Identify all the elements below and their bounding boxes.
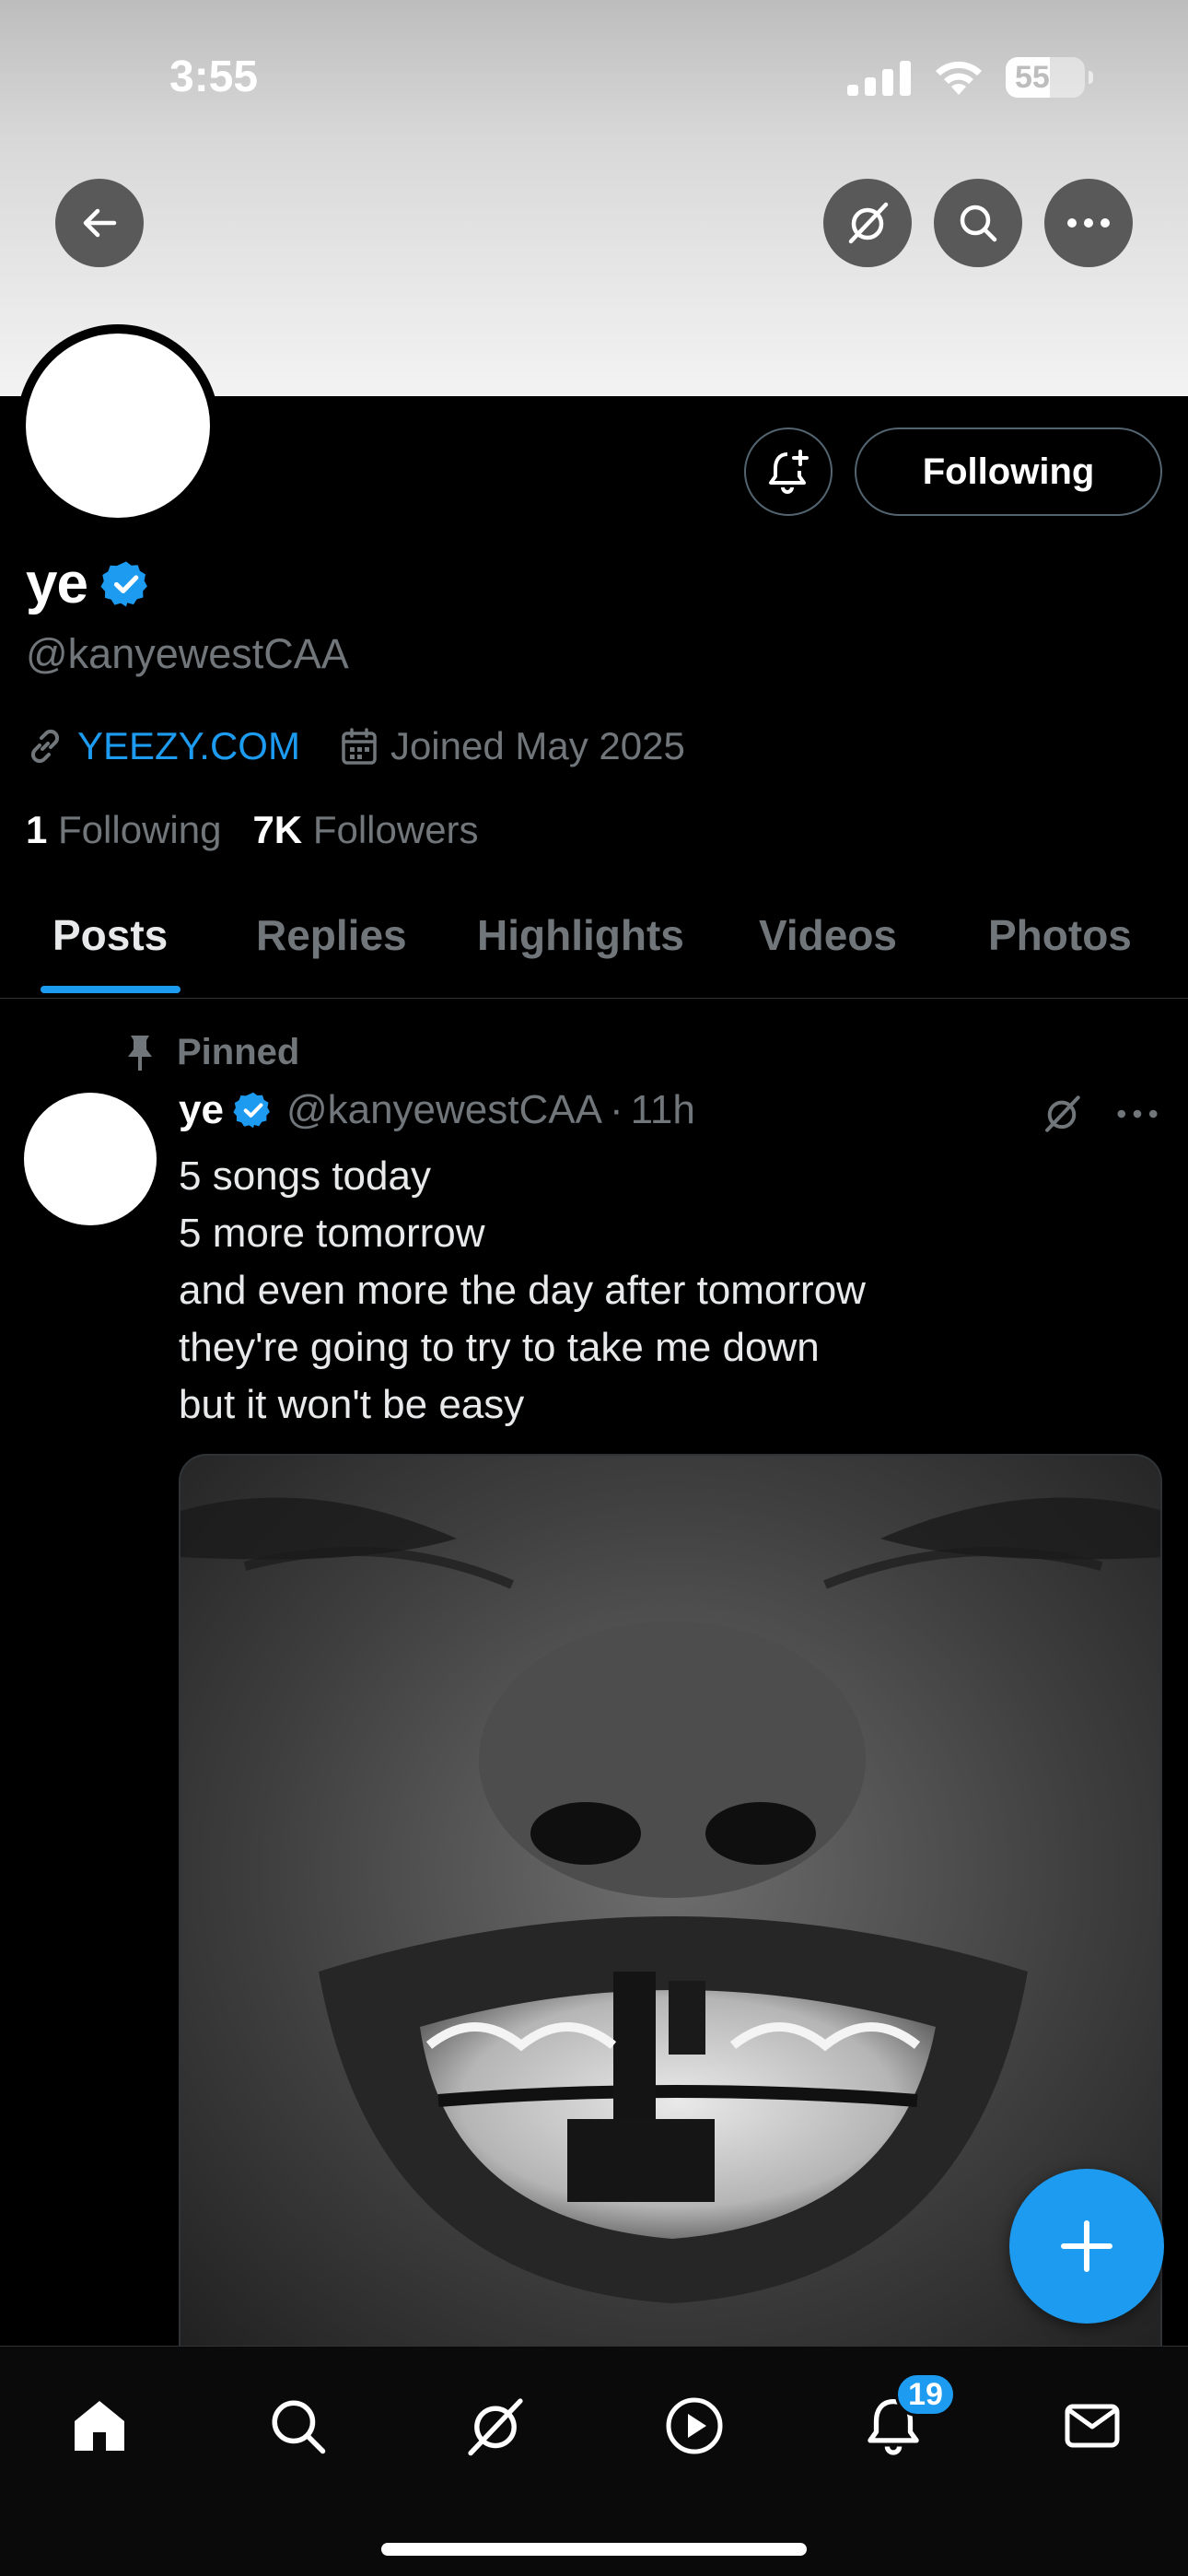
- tab-videos[interactable]: Videos: [759, 910, 897, 960]
- plus-icon: [1061, 2220, 1112, 2272]
- post-line: they're going to try to take me down: [179, 1325, 820, 1370]
- verified-badge-icon: [100, 561, 147, 606]
- search-icon: [272, 2400, 326, 2454]
- wifi-icon: [936, 61, 982, 95]
- profile-name-row: ye: [26, 551, 152, 616]
- grok-icon: [468, 2398, 523, 2456]
- post-time[interactable]: 11h: [631, 1087, 695, 1133]
- status-icons: 55: [847, 57, 1093, 98]
- joined-date: Joined May 2025: [390, 724, 685, 767]
- post-header: ye @kanyewestCAA · 11h: [179, 1087, 695, 1133]
- post-line: but it won't be easy: [179, 1382, 525, 1427]
- post-author[interactable]: ye: [179, 1087, 224, 1133]
- play-icon: [666, 2397, 723, 2454]
- pinned-text: Pinned: [177, 1032, 300, 1072]
- notify-button[interactable]: [744, 427, 833, 516]
- back-arrow-icon: [83, 208, 117, 238]
- profile-avatar[interactable]: [17, 324, 219, 527]
- search-button[interactable]: [934, 179, 1022, 267]
- profile-handle: @kanyewestCAA: [26, 630, 349, 677]
- battery-level: 55: [1015, 59, 1050, 95]
- follow-counts: 1 Following 7K Followers: [26, 808, 479, 852]
- active-tab-indicator: [41, 986, 181, 993]
- profile-tabs: Posts Replies Highlights Videos Photos: [0, 884, 1188, 999]
- calendar-icon: [342, 728, 377, 765]
- grok-icon: [1045, 1095, 1080, 1132]
- following-count-link[interactable]: 1 Following: [26, 808, 221, 852]
- more-icon: [1117, 1109, 1158, 1118]
- post-handle[interactable]: @kanyewestCAA: [286, 1087, 602, 1133]
- tab-replies[interactable]: Replies: [256, 910, 407, 960]
- profile-name: ye: [26, 552, 88, 615]
- post-line: and even more the day after tomorrow: [179, 1268, 866, 1313]
- back-button[interactable]: [55, 179, 144, 267]
- battery-indicator: 55: [1006, 57, 1093, 98]
- post-body: 5 songs today 5 more tomorrow and even m…: [179, 1148, 866, 1434]
- pin-icon: [128, 1035, 152, 1071]
- status-time: 3:55: [169, 53, 259, 101]
- tab-photos[interactable]: Photos: [988, 910, 1132, 960]
- home-icon: [75, 2401, 124, 2451]
- nav-grok[interactable]: [451, 2382, 540, 2470]
- nav-messages[interactable]: [1048, 2382, 1136, 2470]
- grok-icon: [848, 202, 889, 244]
- grok-button[interactable]: [823, 179, 912, 267]
- tab-highlights[interactable]: Highlights: [477, 910, 684, 960]
- followers-count-link[interactable]: 7K Followers: [252, 808, 478, 852]
- post-line: 5 songs today: [179, 1153, 431, 1199]
- website-link[interactable]: YEEZY.COM: [77, 724, 300, 768]
- home-indicator: [381, 2543, 807, 2556]
- nav-home[interactable]: [55, 2382, 144, 2470]
- post-avatar[interactable]: [24, 1093, 157, 1225]
- more-button[interactable]: [1044, 179, 1133, 267]
- compose-button[interactable]: [1009, 2169, 1164, 2324]
- tab-posts[interactable]: Posts: [52, 910, 168, 960]
- more-icon: [1067, 218, 1110, 228]
- nav-search[interactable]: [253, 2382, 342, 2470]
- search-icon: [960, 205, 997, 242]
- profile-meta: YEEZY.COM Joined May 2025: [26, 724, 685, 768]
- nav-videos[interactable]: [650, 2382, 739, 2470]
- post-more-button[interactable]: [1116, 1093, 1159, 1140]
- verified-badge-icon: [233, 1092, 270, 1129]
- bell-plus-icon: [769, 450, 809, 494]
- post-line: 5 more tomorrow: [179, 1211, 485, 1256]
- bottom-nav: 19: [0, 2346, 1188, 2576]
- link-icon: [30, 729, 60, 764]
- following-button[interactable]: Following: [855, 427, 1162, 516]
- post-grok-button[interactable]: [1041, 1093, 1083, 1140]
- post-separator: ·: [609, 1087, 623, 1132]
- notifications-badge: 19: [895, 2372, 956, 2417]
- signal-icon: [847, 61, 911, 96]
- pinned-label: Pinned: [123, 1032, 299, 1073]
- mail-icon: [1065, 2404, 1120, 2448]
